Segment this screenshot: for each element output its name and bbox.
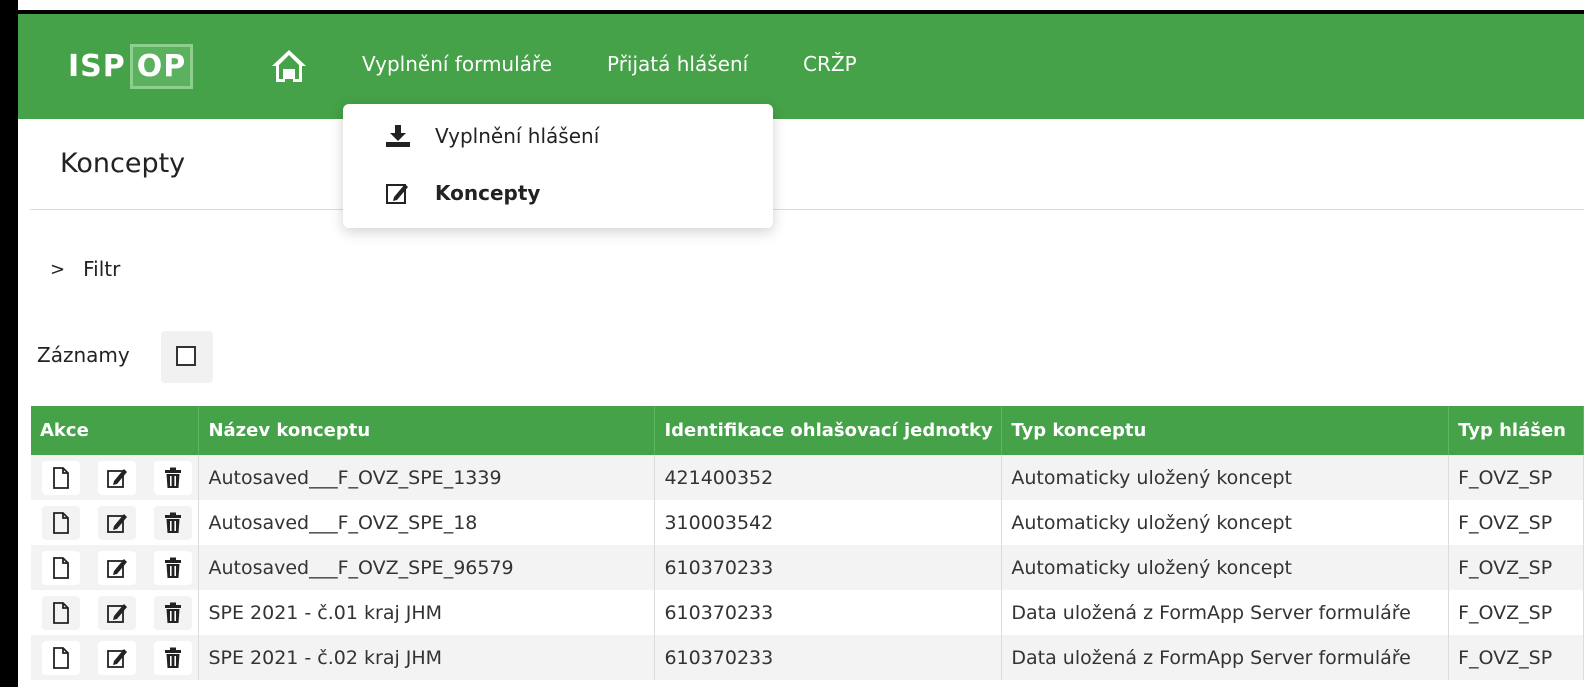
- row-actions: [31, 500, 200, 545]
- trash-icon: [165, 647, 181, 668]
- col-header-unit[interactable]: Identifikace ohlašovací jednotky: [654, 406, 1003, 455]
- view-button[interactable]: [42, 460, 80, 495]
- cell-type: Automaticky uložený koncept: [1001, 455, 1450, 500]
- trash-icon: [165, 467, 181, 488]
- row-actions: [31, 455, 200, 500]
- top-navbar: ISP OP Vyplnění formuláře Přijatá hlášení…: [18, 14, 1584, 119]
- divider: [30, 209, 1584, 210]
- ispop-logo[interactable]: ISP OP: [68, 42, 194, 90]
- edit-icon: [107, 603, 127, 623]
- cell-report-type: F_OVZ_SP: [1448, 545, 1584, 590]
- row-actions: [31, 590, 200, 635]
- cell-unit: 610370233: [654, 635, 1003, 680]
- download-icon: [386, 125, 410, 147]
- dropdown-item-label: Vyplnění hlášení: [435, 124, 600, 148]
- dropdown-item-vyplneni-hlaseni[interactable]: Vyplnění hlášení: [386, 124, 600, 148]
- table-row[interactable]: Autosaved___F_OVZ_SPE_18 310003542 Automat…: [31, 500, 1584, 545]
- view-button[interactable]: [42, 550, 80, 585]
- document-icon: [53, 601, 69, 624]
- delete-button[interactable]: [154, 550, 192, 585]
- home-icon[interactable]: [270, 47, 308, 85]
- cell-report-type: F_OVZ_SP: [1448, 500, 1584, 545]
- cell-type: Automaticky uložený koncept: [1001, 500, 1450, 545]
- cell-type: Data uložená z FormApp Server formuláře: [1001, 635, 1450, 680]
- edit-icon: [107, 648, 127, 668]
- view-button[interactable]: [42, 640, 80, 675]
- row-actions: [31, 545, 200, 590]
- window-border-left: [0, 0, 18, 687]
- document-icon: [53, 556, 69, 579]
- delete-button[interactable]: [154, 505, 192, 540]
- delete-button[interactable]: [154, 460, 192, 495]
- edit-button[interactable]: [98, 595, 136, 630]
- table-row[interactable]: SPE 2021 - č.01 kraj JHM 610370233 Data ul…: [31, 590, 1584, 635]
- edit-button[interactable]: [98, 505, 136, 540]
- checkbox-box: [176, 346, 196, 366]
- cell-name: Autosaved___F_OVZ_SPE_96579: [198, 545, 656, 590]
- row-actions: [31, 635, 200, 680]
- cell-unit: 610370233: [654, 590, 1003, 635]
- cell-unit: 421400352: [654, 455, 1003, 500]
- records-select-all-checkbox[interactable]: [161, 331, 213, 383]
- table-row[interactable]: Autosaved___F_OVZ_SPE_96579 610370233 Auto…: [31, 545, 1584, 590]
- cell-name: Autosaved___F_OVZ_SPE_1339: [198, 455, 656, 500]
- cell-type: Automaticky uložený koncept: [1001, 545, 1450, 590]
- edit-icon: [107, 468, 127, 488]
- cell-name: SPE 2021 - č.01 kraj JHM: [198, 590, 656, 635]
- edit-button[interactable]: [98, 460, 136, 495]
- cell-name: SPE 2021 - č.02 kraj JHM: [198, 635, 656, 680]
- document-icon: [53, 646, 69, 669]
- cell-name: Autosaved___F_OVZ_SPE_18: [198, 500, 656, 545]
- document-icon: [53, 466, 69, 489]
- edit-icon: [107, 513, 127, 533]
- records-label: Záznamy: [37, 343, 130, 367]
- cell-report-type: F_OVZ_SP: [1448, 635, 1584, 680]
- table-row[interactable]: Autosaved___F_OVZ_SPE_1339 421400352 Autom…: [31, 455, 1584, 500]
- edit-button[interactable]: [98, 640, 136, 675]
- page-title: Koncepty: [60, 148, 186, 179]
- table-row[interactable]: SPE 2021 - č.02 kraj JHM 610370233 Data ul…: [31, 635, 1584, 680]
- dropdown-item-label: Koncepty: [435, 181, 541, 205]
- trash-icon: [165, 557, 181, 578]
- drafts-table: Akce Název konceptu Identifikace ohlašov…: [31, 406, 1584, 680]
- cell-report-type: F_OVZ_SP: [1448, 455, 1584, 500]
- document-icon: [53, 511, 69, 534]
- table-header-row: Akce Název konceptu Identifikace ohlašov…: [31, 406, 1584, 455]
- dropdown-item-koncepty[interactable]: Koncepty: [386, 181, 541, 205]
- col-header-name[interactable]: Název konceptu: [198, 406, 656, 455]
- nav-vyplneni-formulare[interactable]: Vyplnění formuláře: [362, 52, 552, 76]
- trash-icon: [165, 512, 181, 533]
- chevron-right-icon: >: [50, 258, 66, 280]
- edit-button[interactable]: [98, 550, 136, 585]
- edit-icon: [107, 558, 127, 578]
- col-header-type[interactable]: Typ konceptu: [1001, 406, 1450, 455]
- delete-button[interactable]: [154, 595, 192, 630]
- col-header-actions: Akce: [31, 406, 200, 455]
- filter-label: Filtr: [83, 257, 121, 281]
- view-button[interactable]: [42, 505, 80, 540]
- filter-toggle[interactable]: > Filtr: [50, 257, 120, 281]
- delete-button[interactable]: [154, 640, 192, 675]
- nav-dropdown-menu: Vyplnění hlášení Koncepty: [343, 104, 773, 228]
- edit-icon: [386, 184, 408, 204]
- nav-crzp[interactable]: CRŽP: [803, 52, 857, 76]
- cell-type: Data uložená z FormApp Server formuláře: [1001, 590, 1450, 635]
- cell-report-type: F_OVZ_SP: [1448, 590, 1584, 635]
- trash-icon: [165, 602, 181, 623]
- cell-unit: 610370233: [654, 545, 1003, 590]
- nav-prijata-hlaseni[interactable]: Přijatá hlášení: [607, 52, 748, 76]
- col-header-report-type[interactable]: Typ hlášen: [1448, 406, 1584, 455]
- view-button[interactable]: [42, 595, 80, 630]
- cell-unit: 310003542: [654, 500, 1003, 545]
